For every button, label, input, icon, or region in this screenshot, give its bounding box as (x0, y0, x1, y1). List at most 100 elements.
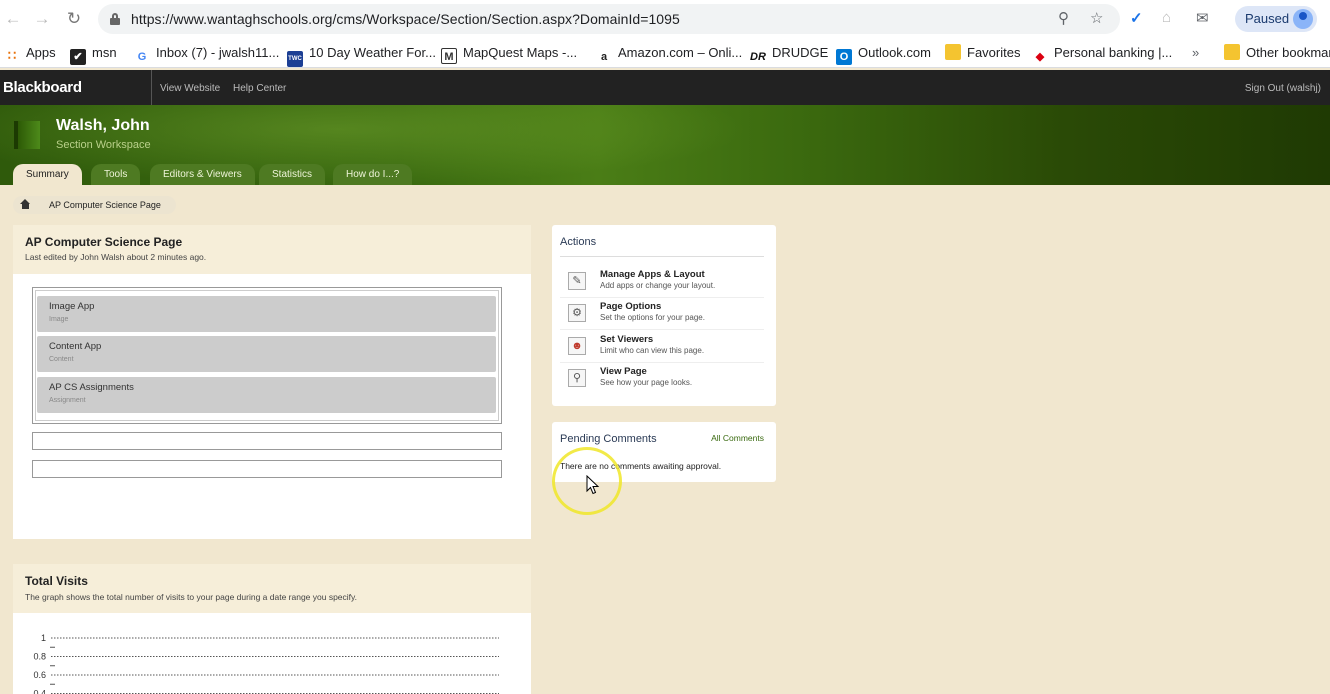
reload-icon[interactable]: ↻ (64, 9, 84, 29)
action-page-options[interactable]: ⚙ Page Options Set the options for your … (560, 298, 764, 330)
weather-channel-icon: TWC (287, 51, 303, 67)
visits-chart: 1 0.8 0.6 0.4 (33, 633, 499, 694)
y-tick-label: 0.4 (33, 689, 46, 694)
bookmark-amazon[interactable]: a Amazon.com – Onli... (596, 43, 742, 63)
lock-icon (110, 13, 120, 25)
no-comments-message: There are no comments awaiting approval. (560, 461, 722, 471)
blackboard-logo[interactable]: Blackboard (3, 79, 82, 96)
breadcrumb-current-page[interactable]: AP Computer Science Page (39, 196, 176, 214)
actions-panel: Actions ✎ Manage Apps & Layout Add apps … (552, 225, 776, 406)
folder-icon (945, 44, 961, 60)
topbar-divider (151, 70, 152, 105)
app-type: Content (49, 356, 74, 363)
extension-home-icon[interactable]: ⌂ (1162, 9, 1171, 26)
bookmark-star-icon[interactable]: ☆ (1090, 9, 1103, 27)
app-block-content[interactable]: Content App Content (37, 336, 496, 372)
url-text[interactable]: https://www.wantaghschools.org/cms/Works… (131, 11, 680, 27)
action-desc: Set the options for your page. (600, 313, 705, 322)
browser-toolbar: ← → ↻ https://www.wantaghschools.org/cms… (0, 0, 1330, 38)
page-panel-header: AP Computer Science Page Last edited by … (13, 225, 531, 274)
y-tick-label: 0.8 (33, 652, 46, 662)
section-workspace-label: Section Workspace (56, 139, 151, 151)
avatar-icon (1293, 9, 1313, 29)
bookmark-favorites[interactable]: Favorites (945, 43, 1020, 63)
back-arrow-icon[interactable]: ← (3, 9, 23, 29)
action-manage-apps[interactable]: ✎ Manage Apps & Layout Add apps or chang… (560, 266, 764, 298)
section-owner-name: Walsh, John (56, 117, 150, 134)
apps-grid-icon: ∷ (7, 48, 17, 63)
tab-editors-viewers[interactable]: Editors & Viewers (150, 164, 255, 185)
address-bar[interactable]: https://www.wantaghschools.org/cms/Works… (98, 4, 1120, 34)
zoom-search-icon[interactable]: ⚲ (1058, 9, 1069, 27)
outlook-icon: O (836, 49, 852, 65)
actions-title: Actions (560, 236, 597, 248)
drudge-icon: DR (750, 51, 766, 63)
bookmarks-overflow[interactable]: » (1192, 43, 1199, 63)
app-region-empty-2[interactable] (32, 460, 502, 478)
action-name: Set Viewers (600, 334, 654, 345)
visits-description: The graph shows the total number of visi… (25, 592, 358, 602)
profile-status: Paused (1245, 11, 1290, 26)
page-title: AP Computer Science Page (25, 235, 183, 249)
bookmark-banking[interactable]: ◆ Personal banking |... (1032, 43, 1173, 63)
app-type: Image (49, 316, 69, 323)
mail-icon[interactable]: ✉ (1196, 9, 1209, 27)
action-desc: See how your page looks. (600, 378, 693, 387)
blackboard-topbar: Blackboard View Website Help Center Sign… (0, 70, 1330, 105)
tab-how-do-i[interactable]: How do I...? (333, 164, 413, 185)
help-center-link[interactable]: Help Center (233, 83, 286, 94)
bookmark-weather[interactable]: TWC 10 Day Weather For... (287, 43, 436, 67)
bookmark-other[interactable]: Other bookmarks (1224, 43, 1330, 63)
tab-summary[interactable]: Summary (13, 164, 82, 185)
action-set-viewers[interactable]: ☻ Set Viewers Limit who can view this pa… (560, 331, 764, 363)
all-comments-link[interactable]: All Comments (711, 433, 764, 443)
visits-panel-header: Total Visits The graph shows the total n… (13, 564, 531, 613)
msn-icon: ✔ (70, 49, 86, 65)
bookmark-gmail[interactable]: G Inbox (7) - jwalsh11... (134, 43, 280, 63)
section-book-icon (14, 121, 40, 149)
app-name: Image App (49, 301, 95, 312)
y-tick-label: 1 (41, 633, 46, 643)
bookmark-mapquest[interactable]: M MapQuest Maps -... (441, 43, 577, 64)
mapquest-icon: M (441, 48, 457, 64)
app-block-image[interactable]: Image App Image (37, 296, 496, 332)
action-desc: Limit who can view this page. (600, 346, 705, 355)
action-name: View Page (600, 366, 647, 377)
manage-apps-icon: ✎ (568, 272, 586, 290)
visits-title: Total Visits (25, 574, 88, 588)
extension-icon[interactable]: ✓ (1130, 9, 1143, 27)
page-layout-panel: AP Computer Science Page Last edited by … (13, 225, 531, 539)
hsbc-icon: ◆ (1035, 51, 1045, 63)
app-region-main: Image App Image Content App Content AP C… (32, 287, 502, 424)
action-view-page[interactable]: ⚲ View Page See how your page looks. (560, 363, 764, 395)
app-type: Assignment (49, 397, 86, 404)
last-edited-text: Last edited by John Walsh about 2 minute… (25, 252, 207, 262)
bookmark-apps[interactable]: ∷ Apps (4, 43, 56, 63)
forward-arrow-icon[interactable]: → (32, 9, 52, 29)
action-name: Page Options (600, 301, 662, 312)
tab-tools[interactable]: Tools (91, 164, 141, 185)
pending-comments-panel: Pending Comments All Comments There are … (552, 422, 776, 482)
bookmarks-bar: ∷ Apps ✔ msn G Inbox (7) - jwalsh11... TWC 1… (0, 38, 1330, 68)
view-page-icon: ⚲ (568, 369, 586, 387)
action-name: Manage Apps & Layout (600, 269, 705, 280)
app-block-assignments[interactable]: AP CS Assignments Assignment (37, 377, 496, 413)
y-tick-label: 0.6 (33, 670, 46, 680)
bookmark-outlook[interactable]: O Outlook.com (836, 43, 931, 65)
pending-comments-title: Pending Comments (560, 433, 657, 445)
section-banner: Walsh, John Section Workspace Summary To… (0, 105, 1330, 185)
app-name: Content App (49, 341, 102, 352)
tab-statistics[interactable]: Statistics (259, 164, 326, 185)
sign-out-link[interactable]: Sign Out (walshj) (1245, 83, 1321, 94)
bookmark-drudge[interactable]: DR DRUDGE (750, 43, 828, 63)
action-desc: Add apps or change your layout. (600, 281, 716, 290)
set-viewers-icon: ☻ (568, 337, 586, 355)
bookmark-msn[interactable]: ✔ msn (70, 43, 117, 65)
folder-icon (1224, 44, 1240, 60)
view-website-link[interactable]: View Website (160, 83, 220, 94)
google-icon: G (137, 51, 147, 63)
app-name: AP CS Assignments (49, 382, 134, 393)
app-region-empty-1[interactable] (32, 432, 502, 450)
profile-button[interactable]: Paused (1235, 6, 1317, 32)
home-icon[interactable] (13, 196, 39, 214)
